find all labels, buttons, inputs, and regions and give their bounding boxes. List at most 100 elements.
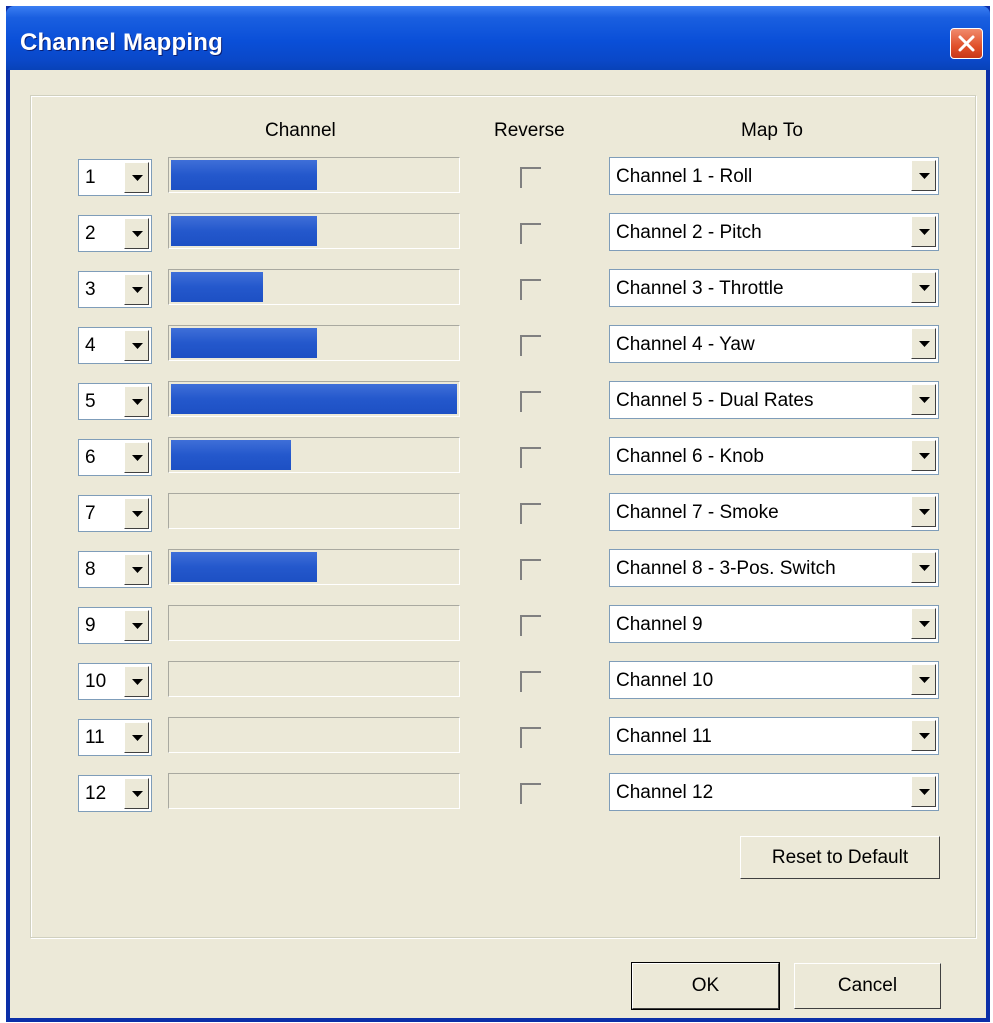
ok-button[interactable]: OK [631, 962, 780, 1010]
dropdown-button[interactable] [124, 498, 149, 529]
channel-level-bar [168, 325, 460, 361]
dropdown-button[interactable] [124, 442, 149, 473]
channel-column-header: Channel [265, 120, 336, 141]
dropdown-button[interactable] [911, 720, 936, 751]
map-to-value: Channel 6 - Knob [616, 446, 764, 467]
dropdown-button[interactable] [911, 160, 936, 191]
dropdown-button[interactable] [911, 216, 936, 247]
channel-level-bar [168, 269, 460, 305]
map-to-select[interactable]: Channel 6 - Knob [609, 437, 939, 475]
channel-number-value: 11 [85, 727, 105, 748]
channel-level-bar [168, 437, 460, 473]
map-to-value: Channel 3 - Throttle [616, 278, 784, 299]
reverse-checkbox[interactable] [520, 503, 542, 525]
dropdown-button[interactable] [124, 778, 149, 809]
map-to-select[interactable]: Channel 4 - Yaw [609, 325, 939, 363]
map-to-select[interactable]: Channel 8 - 3-Pos. Switch [609, 549, 939, 587]
dropdown-button[interactable] [911, 384, 936, 415]
map-to-value: Channel 8 - 3-Pos. Switch [616, 558, 836, 579]
map-to-select[interactable]: Channel 1 - Roll [609, 157, 939, 195]
channel-number-select[interactable]: 6 [78, 439, 152, 476]
reverse-checkbox[interactable] [520, 391, 542, 413]
channel-number-value: 12 [85, 783, 107, 804]
map-to-select[interactable]: Channel 12 [609, 773, 939, 811]
map-to-select[interactable]: Channel 5 - Dual Rates [609, 381, 939, 419]
dropdown-button[interactable] [911, 552, 936, 583]
map-to-value: Channel 2 - Pitch [616, 222, 762, 243]
reverse-checkbox[interactable] [520, 671, 542, 693]
channel-number-value: 2 [85, 223, 96, 244]
channel-number-value: 3 [85, 279, 96, 300]
channel-mapping-dialog: Channel Mapping Channel Reverse Map To 1… [6, 6, 990, 1022]
reverse-checkbox[interactable] [520, 783, 542, 805]
dropdown-button[interactable] [124, 274, 149, 305]
reverse-checkbox[interactable] [520, 223, 542, 245]
channel-number-select[interactable]: 12 [78, 775, 152, 812]
reset-to-default-button[interactable]: Reset to Default [740, 836, 940, 879]
dropdown-button[interactable] [911, 272, 936, 303]
channel-number-select[interactable]: 8 [78, 551, 152, 588]
dialog-client-area: Channel Reverse Map To 1 Channel 1 - Roll… [10, 70, 986, 1018]
channel-number-select[interactable]: 3 [78, 271, 152, 308]
channel-number-select[interactable]: 1 [78, 159, 152, 196]
channel-number-select[interactable]: 9 [78, 607, 152, 644]
window-title: Channel Mapping [20, 29, 223, 56]
reverse-checkbox[interactable] [520, 727, 542, 749]
channel-level-bar [168, 773, 460, 809]
screenshot-background: Channel Mapping Channel Reverse Map To 1… [0, 0, 993, 1023]
channel-number-select[interactable]: 7 [78, 495, 152, 532]
map-to-select[interactable]: Channel 9 [609, 605, 939, 643]
channel-number-select[interactable]: 2 [78, 215, 152, 252]
map-to-select[interactable]: Channel 11 [609, 717, 939, 755]
channel-level-bar [168, 605, 460, 641]
channel-level-fill [171, 440, 291, 470]
channel-number-select[interactable]: 5 [78, 383, 152, 420]
channel-number-select[interactable]: 10 [78, 663, 152, 700]
map-to-column-header: Map To [741, 120, 803, 141]
dropdown-button[interactable] [124, 218, 149, 249]
channel-level-fill [171, 328, 317, 358]
reverse-checkbox[interactable] [520, 447, 542, 469]
reverse-checkbox[interactable] [520, 167, 542, 189]
reverse-checkbox[interactable] [520, 615, 542, 637]
map-to-select[interactable]: Channel 2 - Pitch [609, 213, 939, 251]
map-to-value: Channel 10 [616, 670, 714, 691]
dropdown-button[interactable] [124, 666, 149, 697]
map-to-select[interactable]: Channel 3 - Throttle [609, 269, 939, 307]
dropdown-button[interactable] [124, 330, 149, 361]
cancel-button[interactable]: Cancel [794, 963, 941, 1009]
channel-level-bar [168, 661, 460, 697]
reverse-checkbox[interactable] [520, 335, 542, 357]
channel-number-select[interactable]: 11 [78, 719, 152, 756]
map-to-select[interactable]: Channel 7 - Smoke [609, 493, 939, 531]
dropdown-button[interactable] [124, 722, 149, 753]
channel-level-fill [171, 160, 317, 190]
dropdown-button[interactable] [911, 440, 936, 471]
channel-level-bar [168, 717, 460, 753]
channel-number-value: 6 [85, 447, 96, 468]
channel-level-bar [168, 157, 460, 193]
channel-level-bar [168, 381, 460, 417]
reset-to-default-label: Reset to Default [771, 847, 909, 868]
dropdown-button[interactable] [911, 776, 936, 807]
dropdown-button[interactable] [124, 610, 149, 641]
dropdown-button[interactable] [911, 608, 936, 639]
close-icon [958, 35, 975, 52]
dropdown-button[interactable] [911, 496, 936, 527]
close-button[interactable] [950, 28, 983, 59]
map-to-select[interactable]: Channel 10 [609, 661, 939, 699]
dropdown-button[interactable] [124, 162, 149, 193]
dropdown-button[interactable] [124, 554, 149, 585]
channel-number-value: 4 [85, 335, 96, 356]
reverse-checkbox[interactable] [520, 279, 542, 301]
reverse-checkbox[interactable] [520, 559, 542, 581]
channel-level-fill [171, 216, 317, 246]
dropdown-button[interactable] [911, 328, 936, 359]
title-bar[interactable]: Channel Mapping [6, 6, 990, 70]
channel-number-select[interactable]: 4 [78, 327, 152, 364]
map-to-value: Channel 1 - Roll [616, 166, 753, 187]
dropdown-button[interactable] [124, 386, 149, 417]
map-to-value: Channel 9 [616, 614, 703, 635]
dropdown-button[interactable] [911, 664, 936, 695]
map-to-value: Channel 4 - Yaw [616, 334, 755, 355]
